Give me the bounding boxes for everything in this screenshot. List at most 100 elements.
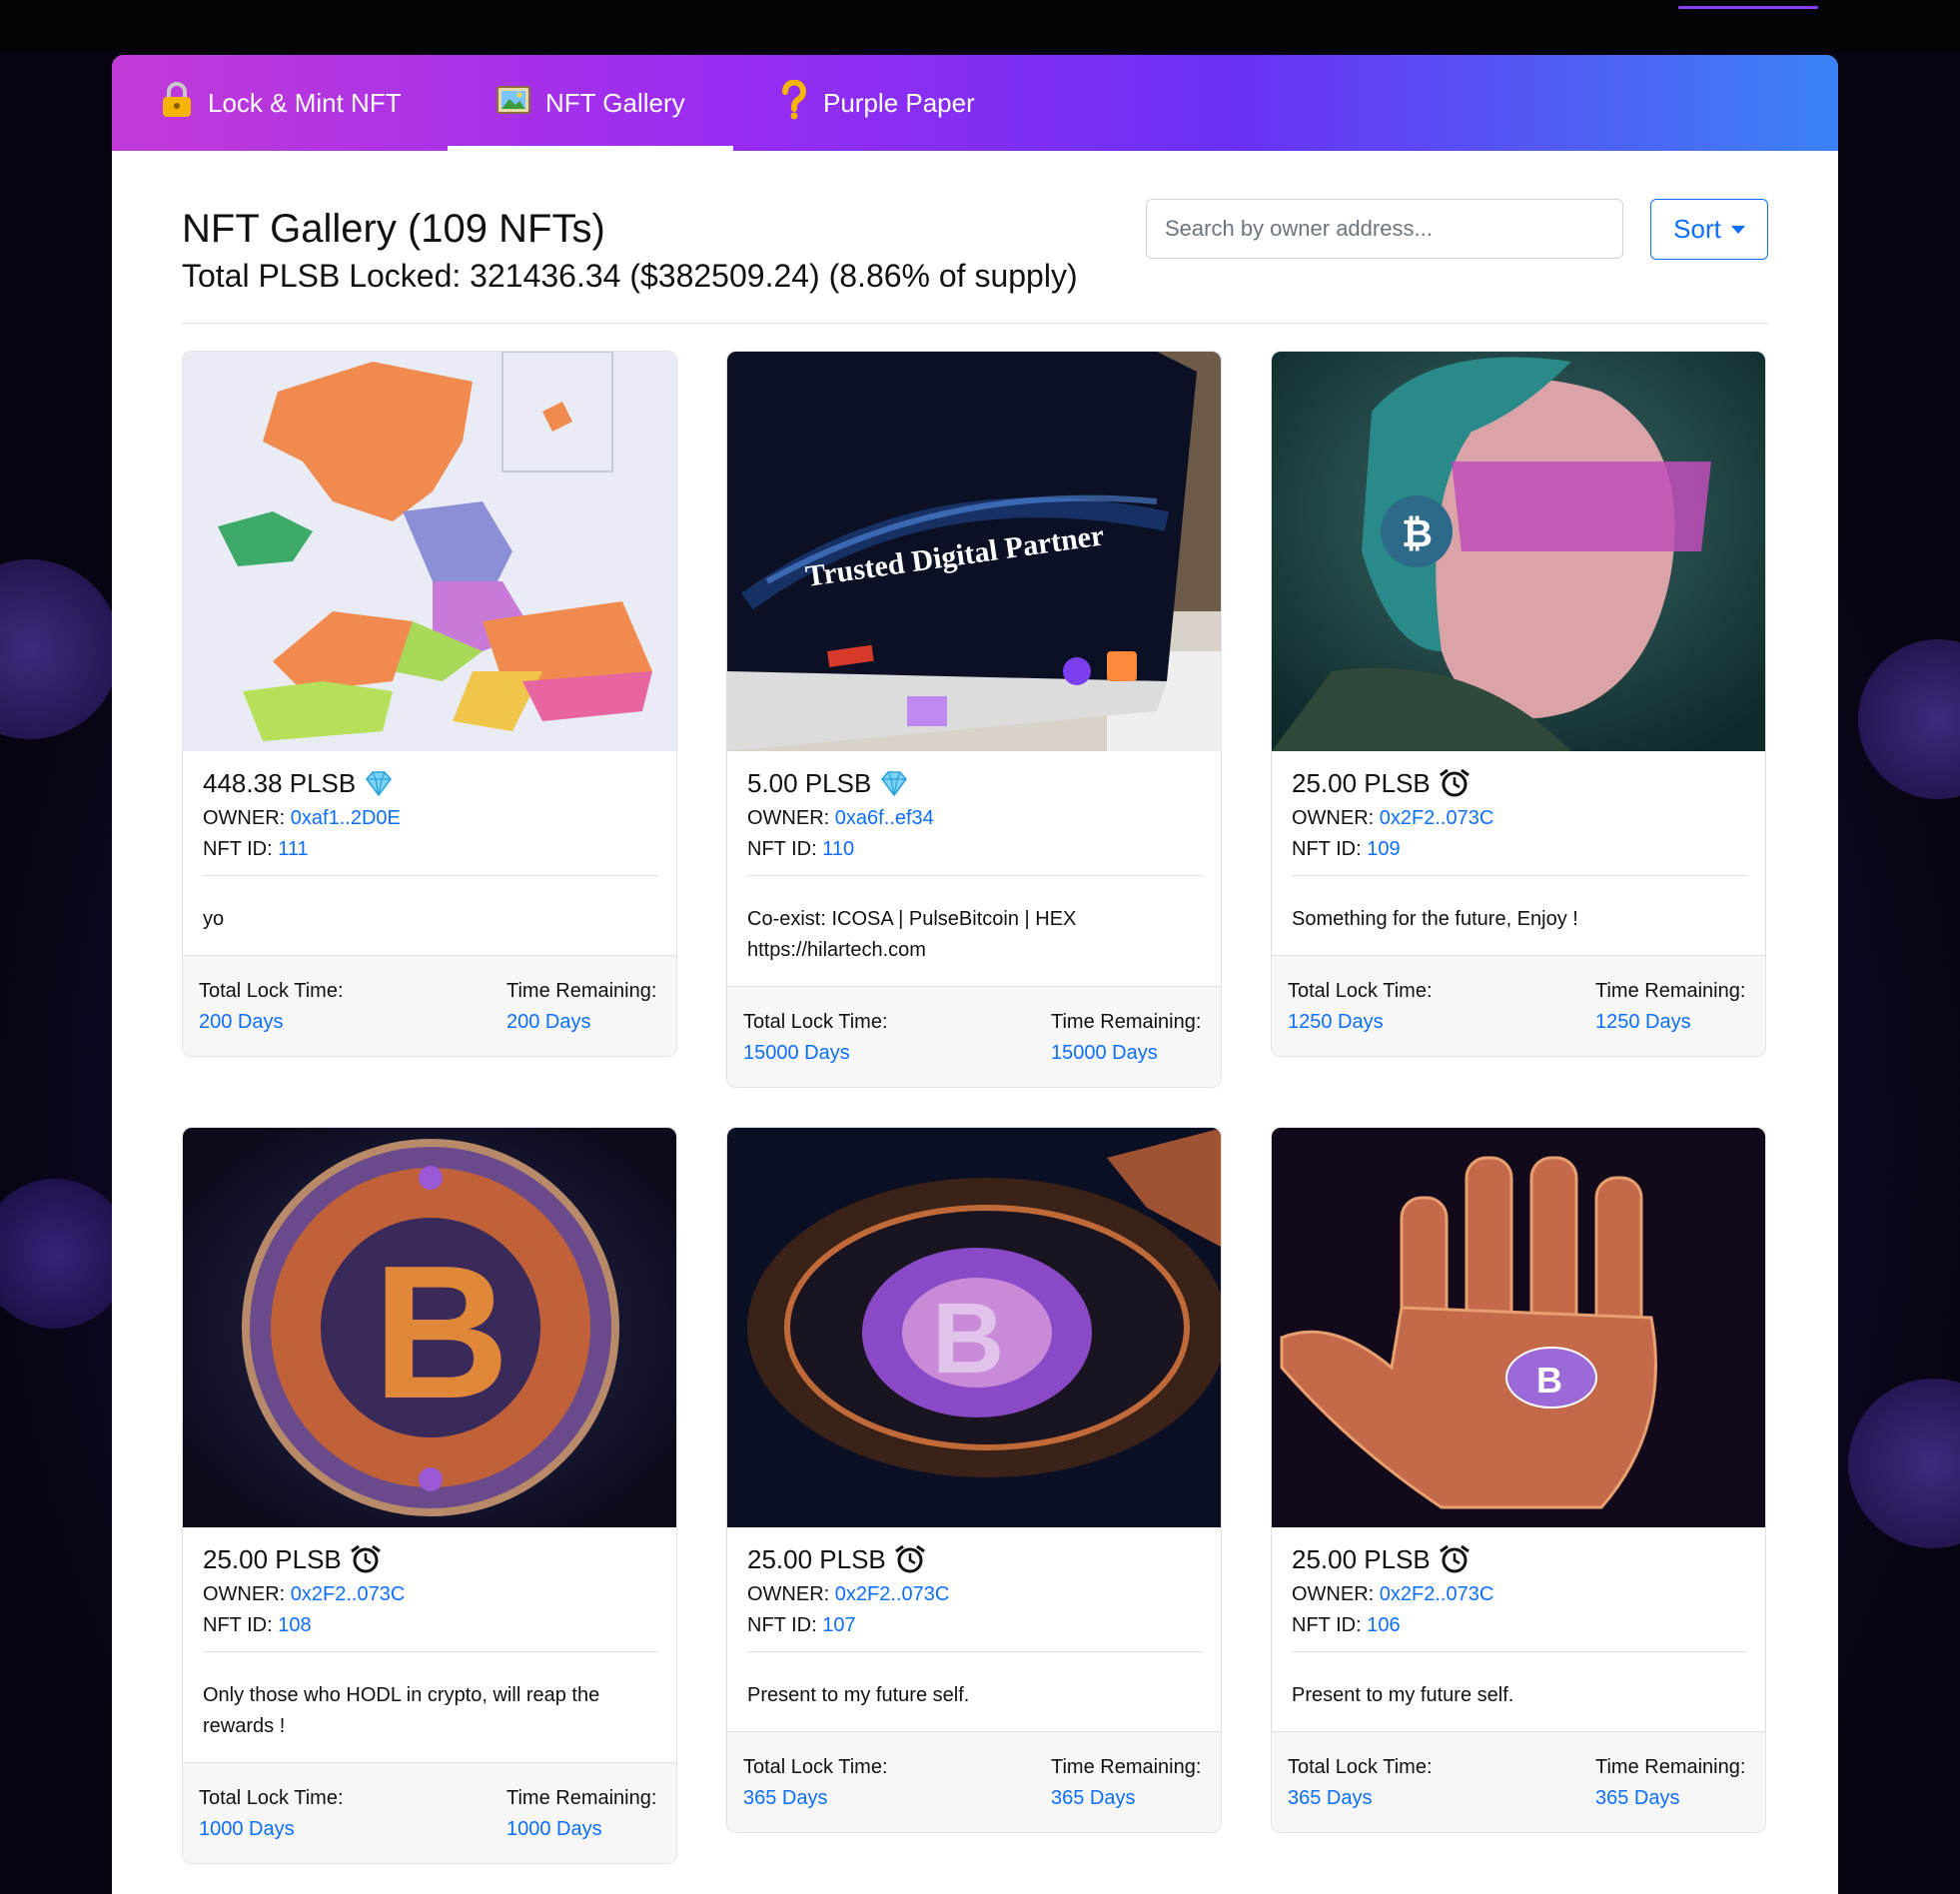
owner-row: OWNER: 0xa6f..ef34 — [747, 803, 1203, 834]
nft-id-row: NFT ID: 111 — [203, 834, 658, 865]
nft-id-link[interactable]: 106 — [1367, 1614, 1400, 1636]
amount-text: 25.00 PLSB — [203, 1543, 342, 1574]
time-remaining-label: Time Remaining: — [506, 1787, 657, 1809]
bitcoin-coin-image: B — [183, 1128, 676, 1527]
owner-address-link[interactable]: 0x2F2..073C — [1380, 1583, 1494, 1605]
nft-id-link[interactable]: 111 — [278, 838, 308, 860]
owner-label: OWNER: — [747, 1583, 830, 1605]
nft-card[interactable]: 448.38 PLSB OWNER: 0xaf1..2D0E NFT ID: 1… — [182, 351, 677, 1057]
search-input[interactable] — [1146, 199, 1623, 259]
nft-description: Present to my future self. — [747, 1684, 970, 1706]
nft-description: Something for the future, Enjoy ! — [1292, 908, 1578, 930]
nft-id-label: NFT ID: — [1292, 838, 1362, 860]
background-coin-right-2 — [1848, 1379, 1960, 1548]
total-lock-label: Total Lock Time: — [743, 1011, 888, 1033]
nft-id-link[interactable]: 110 — [822, 838, 854, 860]
amount-text: 25.00 PLSB — [1292, 767, 1431, 798]
monitor-image: Trusted Digital Partner — [727, 352, 1221, 751]
time-remaining: Time Remaining: 1250 Days — [1595, 976, 1745, 1038]
locked-amount: 448.38 PLSB — [203, 763, 658, 803]
bitcoin-hand-image: B — [1272, 1128, 1765, 1527]
total-lock-time: Total Lock Time: 1000 Days — [199, 1783, 344, 1845]
locked-amount: 25.00 PLSB — [1292, 1539, 1747, 1579]
card-body: 5.00 PLSB OWNER: 0xa6f..ef34 NFT ID: 110… — [747, 763, 1203, 966]
diamond-icon — [881, 771, 908, 797]
background-coin-left-2 — [0, 1179, 130, 1329]
owner-address-link[interactable]: 0xa6f..ef34 — [835, 807, 934, 829]
nft-id-label: NFT ID: — [203, 1614, 273, 1636]
tab-label: Lock & Mint NFT — [208, 87, 402, 118]
time-remaining-value: 365 Days — [1595, 1787, 1680, 1809]
locked-amount: 25.00 PLSB — [203, 1539, 658, 1579]
nft-id-link[interactable]: 108 — [278, 1614, 311, 1636]
time-remaining-label: Time Remaining: — [1051, 1011, 1202, 1033]
sort-button[interactable]: Sort — [1650, 199, 1768, 260]
total-lock-time: Total Lock Time: 365 Days — [743, 1752, 888, 1814]
owner-address-link[interactable]: 0x2F2..073C — [291, 1583, 406, 1605]
owner-row: OWNER: 0x2F2..073C — [203, 1579, 658, 1610]
nft-card[interactable]: ₿ 25.00 PLSB OWNER: 0x2F2..073C NFT ID: … — [1271, 351, 1766, 1057]
tab-lock-mint[interactable]: Lock & Mint NFT — [160, 55, 402, 151]
time-remaining-value: 365 Days — [1051, 1787, 1136, 1809]
total-lock-label: Total Lock Time: — [1288, 1756, 1433, 1778]
total-lock-value: 1250 Days — [1288, 1011, 1384, 1033]
tab-purple-paper[interactable]: Purple Paper — [779, 55, 975, 151]
locked-amount: 25.00 PLSB — [747, 1539, 1203, 1579]
diamond-icon — [366, 771, 393, 797]
nft-description: Present to my future self. — [1292, 1684, 1514, 1706]
bitcoin-clock-image: B — [727, 1128, 1221, 1527]
amount-text: 448.38 PLSB — [203, 767, 357, 798]
nft-description: Only those who HODL in crypto, will reap… — [203, 1684, 600, 1737]
total-lock-value: 200 Days — [199, 1011, 284, 1033]
card-footer: Total Lock Time: 1250 Days Time Remaining… — [1272, 955, 1765, 1056]
owner-address-link[interactable]: 0x2F2..073C — [1380, 807, 1494, 829]
clock-icon — [1439, 768, 1470, 797]
nft-id-link[interactable]: 107 — [822, 1614, 855, 1636]
svg-text:₿: ₿ — [1402, 513, 1433, 555]
background-coin-right — [1858, 639, 1960, 799]
time-remaining-label: Time Remaining: — [506, 980, 657, 1002]
card-body: 25.00 PLSB OWNER: 0x2F2..073C NFT ID: 10… — [1292, 763, 1747, 935]
nft-id-row: NFT ID: 107 — [747, 1610, 1203, 1641]
total-lock-label: Total Lock Time: — [199, 980, 344, 1002]
sort-label: Sort — [1673, 214, 1721, 244]
nft-card[interactable]: B 25.00 PLSB OWNER: 0x2F2..073C NFT ID: … — [1271, 1127, 1766, 1833]
card-body: 25.00 PLSB OWNER: 0x2F2..073C NFT ID: 10… — [203, 1539, 658, 1742]
nft-id-row: NFT ID: 106 — [1292, 1610, 1747, 1641]
total-lock-value: 365 Days — [743, 1787, 828, 1809]
svg-text:B: B — [373, 1227, 509, 1438]
nft-id-link[interactable]: 109 — [1367, 838, 1400, 860]
tab-nft-gallery[interactable]: NFT Gallery — [448, 55, 733, 151]
total-lock-value: 15000 Days — [743, 1042, 850, 1064]
owner-address-link[interactable]: 0xaf1..2D0E — [291, 807, 401, 829]
card-footer: Total Lock Time: 1000 Days Time Remaining… — [183, 1762, 676, 1863]
top-bar — [0, 0, 1960, 52]
main-panel: Lock & Mint NFT NFT Gallery Purple Paper… — [112, 55, 1838, 1894]
question-icon — [779, 79, 809, 126]
nft-card[interactable]: B 25.00 PLSB OWNER: 0x2F2..073C NFT ID: … — [726, 1127, 1222, 1833]
page-title: NFT Gallery (109 NFTs) — [182, 207, 605, 251]
time-remaining-value: 200 Days — [506, 1011, 591, 1033]
amount-text: 25.00 PLSB — [747, 1543, 886, 1574]
locked-amount: 5.00 PLSB — [747, 763, 1203, 803]
svg-text:B: B — [932, 1283, 1004, 1395]
card-body: 25.00 PLSB OWNER: 0x2F2..073C NFT ID: 10… — [747, 1539, 1203, 1711]
nft-id-row: NFT ID: 108 — [203, 1610, 658, 1641]
time-remaining: Time Remaining: 365 Days — [1595, 1752, 1745, 1814]
card-body: 448.38 PLSB OWNER: 0xaf1..2D0E NFT ID: 1… — [203, 763, 658, 935]
nft-id-label: NFT ID: — [747, 1614, 817, 1636]
card-footer: Total Lock Time: 365 Days Time Remaining:… — [1272, 1731, 1765, 1832]
total-lock-label: Total Lock Time: — [199, 1787, 344, 1809]
nft-id-label: NFT ID: — [747, 838, 817, 860]
time-remaining-label: Time Remaining: — [1595, 1756, 1746, 1778]
nft-card[interactable]: Trusted Digital Partner 5.00 PLSB OWNER:… — [726, 351, 1222, 1088]
nft-description: Co-exist: ICOSA | PulseBitcoin | HEX htt… — [747, 908, 1077, 961]
caret-down-icon — [1730, 225, 1745, 234]
nft-description: yo — [203, 908, 225, 930]
owner-address-link[interactable]: 0x2F2..073C — [835, 1583, 950, 1605]
owner-row: OWNER: 0xaf1..2D0E — [203, 803, 658, 834]
nft-card[interactable]: B 25.00 PLSB OWNER: 0x2F2..073C NFT ID: … — [182, 1127, 677, 1864]
clock-icon — [1439, 1544, 1470, 1573]
picture-icon — [495, 83, 531, 123]
owner-row: OWNER: 0x2F2..073C — [1292, 803, 1747, 834]
